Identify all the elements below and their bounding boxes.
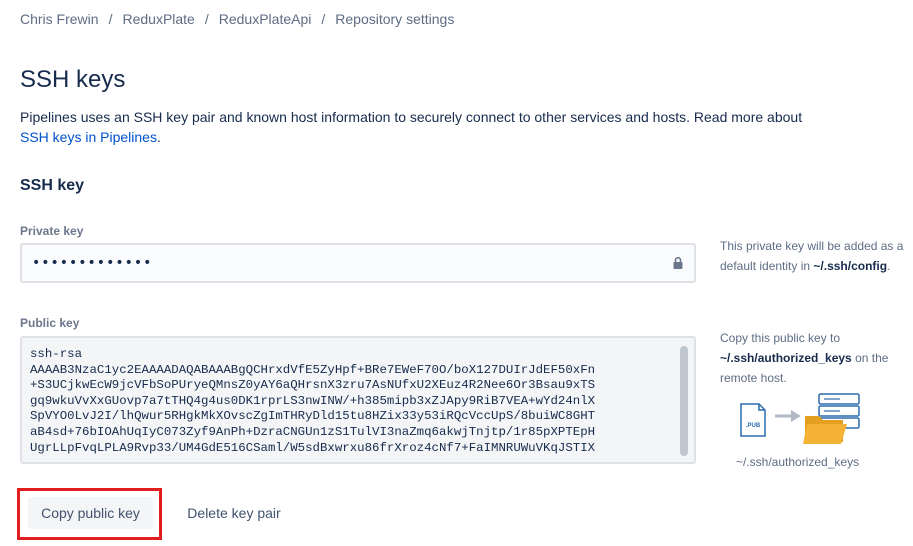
breadcrumb-separator: / — [204, 11, 209, 27]
private-key-field — [20, 243, 696, 283]
key-file-tag: .PUB — [746, 423, 761, 429]
private-key-label: Private key — [20, 224, 84, 238]
public-key-textarea[interactable]: ssh-rsa AAAAB3NzaC1yc2EAAAADAQABAAABgQCH… — [22, 338, 678, 462]
breadcrumb: Chris Frewin / ReduxPlate / ReduxPlateAp… — [20, 11, 454, 27]
breadcrumb-repository[interactable]: ReduxPlateApi — [219, 11, 312, 27]
scrollbar-thumb[interactable] — [680, 346, 688, 456]
breadcrumb-project[interactable]: ReduxPlate — [122, 11, 194, 27]
folder-icon — [803, 416, 847, 444]
arrow-right-icon — [775, 410, 801, 422]
private-help-end: . — [887, 259, 891, 273]
lock-icon — [673, 256, 683, 269]
breadcrumb-separator: / — [108, 11, 113, 27]
intro-end: . — [156, 129, 161, 145]
breadcrumb-user[interactable]: Chris Frewin — [20, 11, 99, 27]
breadcrumb-separator: / — [321, 11, 326, 27]
ssh-keys-docs-link[interactable]: SSH keys in Pipelines — [20, 129, 157, 145]
public-key-scrollbar[interactable] — [680, 346, 688, 456]
breadcrumb-settings[interactable]: Repository settings — [335, 11, 454, 27]
copy-public-key-button[interactable]: Copy public key — [28, 497, 153, 529]
public-key-help: Copy this public key to ~/.ssh/authorize… — [720, 328, 905, 388]
copy-key-illustration: .PUB — [740, 393, 860, 444]
public-help-text: Copy this public key to — [720, 331, 841, 345]
public-key-label: Public key — [20, 316, 80, 330]
public-key-field: ssh-rsa AAAAB3NzaC1yc2EAAAADAQABAAABgQCH… — [20, 336, 696, 464]
intro-body: Pipelines uses an SSH key pair and known… — [20, 109, 803, 125]
section-title: SSH key — [20, 177, 85, 194]
key-file-icon: .PUB — [740, 403, 766, 437]
illustration-caption: ~/.ssh/authorized_keys — [736, 455, 860, 469]
ssh-config-path: ~/.ssh/config — [813, 259, 888, 273]
private-key-input[interactable] — [32, 255, 672, 271]
intro-text: Pipelines uses an SSH key pair and known… — [20, 107, 880, 147]
page-title: SSH keys — [20, 66, 126, 93]
delete-key-pair-button[interactable]: Delete key pair — [172, 497, 296, 529]
authorized-keys-path: ~/.ssh/authorized_keys — [720, 351, 852, 365]
private-key-help: This private key will be added as a defa… — [720, 236, 905, 276]
